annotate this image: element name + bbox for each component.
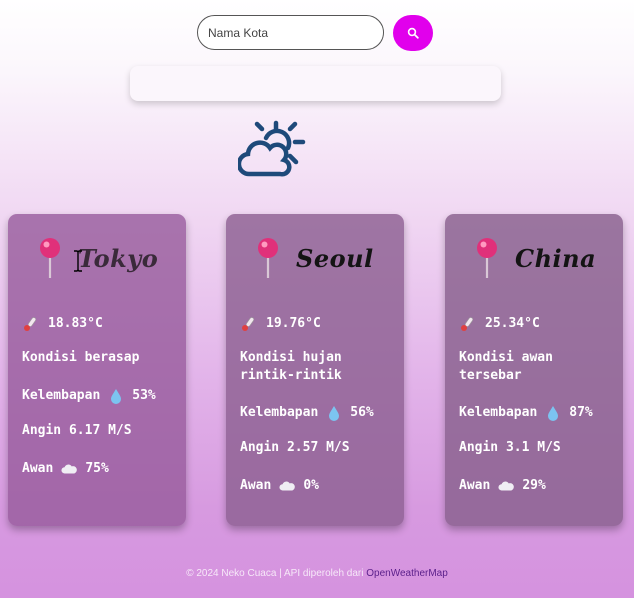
cloud-label: Awan bbox=[459, 478, 491, 493]
droplet-icon bbox=[548, 406, 559, 421]
humidity-row: Kelembapan 56% bbox=[240, 404, 396, 422]
cloud-icon bbox=[279, 481, 296, 491]
temperature-row: 25.34°C bbox=[459, 315, 615, 333]
openweathermap-link[interactable]: OpenWeatherMap bbox=[366, 568, 448, 579]
humidity-value: 87% bbox=[569, 405, 593, 420]
humidity-label: Kelembapan bbox=[459, 405, 538, 420]
wind-text: Angin 3.1 M/S bbox=[459, 440, 561, 455]
weather-card: Tokyo 18.83°C Kondisi berasap Kelembapan… bbox=[8, 214, 186, 526]
temperature-row: 19.76°C bbox=[240, 315, 396, 333]
pushpin-icon bbox=[258, 238, 278, 278]
footer-text: © 2024 Neko Cuaca | API diperoleh dari bbox=[186, 568, 364, 579]
thermometer-icon bbox=[461, 317, 474, 331]
humidity-label: Kelembapan bbox=[240, 405, 319, 420]
condition-text: Kondisi berasap bbox=[22, 350, 140, 365]
pushpin-icon bbox=[477, 238, 497, 278]
text-cursor-icon bbox=[74, 250, 82, 272]
footer: © 2024 Neko Cuaca | API diperoleh dari O… bbox=[0, 568, 634, 579]
wind-text: Angin 2.57 M/S bbox=[240, 440, 350, 455]
thermometer-icon bbox=[242, 317, 255, 331]
condition-text: Kondisi awan tersebar bbox=[459, 350, 553, 383]
cloud-row: Awan 29% bbox=[459, 477, 615, 495]
pushpin-icon bbox=[40, 238, 60, 278]
city-name: Seoul bbox=[296, 243, 374, 273]
cloud-label: Awan bbox=[22, 461, 54, 476]
city-row: Seoul bbox=[254, 236, 374, 280]
city-name: China bbox=[515, 243, 597, 273]
humidity-value: 56% bbox=[350, 405, 374, 420]
humidity-value: 53% bbox=[132, 388, 156, 403]
city-name: Tokyo bbox=[78, 243, 159, 273]
sun-cloud-icon bbox=[238, 120, 306, 177]
cloud-value: 75% bbox=[85, 461, 109, 476]
cloud-value: 0% bbox=[303, 478, 319, 493]
cloud-row: Awan 0% bbox=[240, 477, 396, 495]
cloud-icon bbox=[61, 464, 78, 474]
cloud-row: Awan 75% bbox=[22, 460, 178, 478]
search-icon bbox=[407, 27, 419, 39]
cloud-icon bbox=[498, 481, 515, 491]
humidity-row: Kelembapan 87% bbox=[459, 404, 615, 422]
cloud-value: 29% bbox=[522, 478, 546, 493]
temperature-value: 25.34°C bbox=[485, 316, 540, 331]
temperature-value: 19.76°C bbox=[266, 316, 321, 331]
search-bar bbox=[197, 15, 437, 51]
search-input[interactable] bbox=[197, 15, 384, 50]
city-row: China bbox=[473, 236, 596, 280]
search-result-panel bbox=[130, 66, 501, 101]
weather-card: Seoul 19.76°C Kondisi hujan rintik-rinti… bbox=[226, 214, 404, 526]
cloud-label: Awan bbox=[240, 478, 272, 493]
temperature-value: 18.83°C bbox=[48, 316, 103, 331]
wind-text: Angin 6.17 M/S bbox=[22, 423, 132, 438]
humidity-label: Kelembapan bbox=[22, 388, 101, 403]
search-button[interactable] bbox=[393, 15, 433, 51]
temperature-row: 18.83°C bbox=[22, 315, 178, 333]
droplet-icon bbox=[111, 389, 122, 404]
humidity-row: Kelembapan 53% bbox=[22, 387, 178, 405]
city-row: Tokyo bbox=[36, 236, 158, 280]
weather-card: China 25.34°C Kondisi awan tersebar Kele… bbox=[445, 214, 623, 526]
droplet-icon bbox=[329, 406, 340, 421]
condition-text: Kondisi hujan rintik-rintik bbox=[240, 350, 342, 383]
thermometer-icon bbox=[24, 317, 37, 331]
